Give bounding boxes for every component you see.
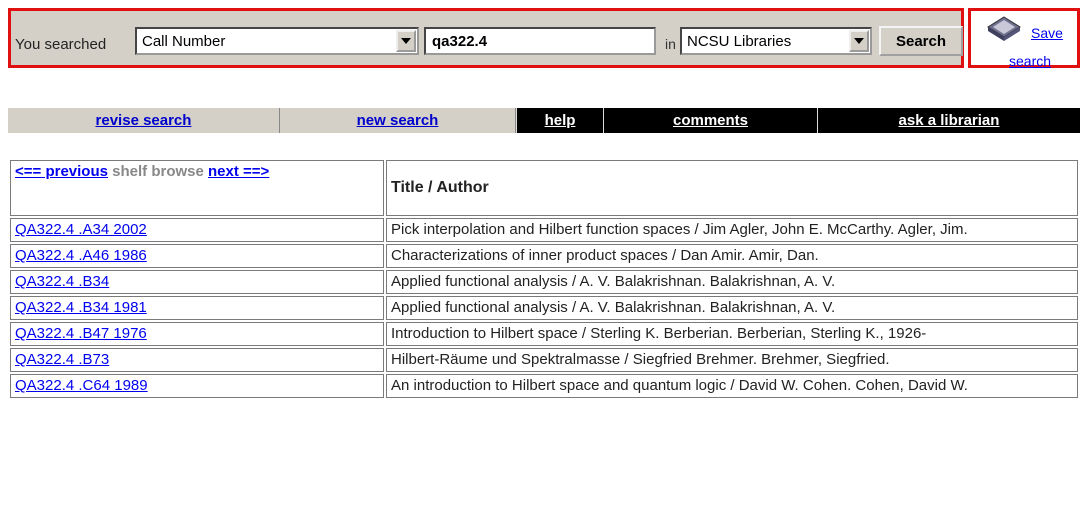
- call-number-link[interactable]: QA322.4 .B34 1981: [15, 299, 147, 316]
- library-select[interactable]: NCSU Libraries: [680, 27, 872, 55]
- nav-bar: revise search new search help comments a…: [8, 108, 1080, 133]
- search-term-input[interactable]: [424, 27, 656, 55]
- title-author-cell: An introduction to Hilbert space and qua…: [386, 374, 1078, 398]
- save-search-box: Save search: [968, 8, 1080, 69]
- new-search-link[interactable]: new search: [280, 108, 516, 133]
- title-author-cell: Applied functional analysis / A. V. Bala…: [386, 296, 1078, 320]
- results-table: <== previous shelf browse next ==> Title…: [8, 158, 1080, 400]
- shelf-browse-label: shelf browse: [112, 163, 204, 180]
- call-number-link[interactable]: QA322.4 .A34 2002: [15, 221, 147, 238]
- help-link[interactable]: help: [516, 108, 603, 133]
- table-row: QA322.4 .B47 1976 Introduction to Hilber…: [10, 322, 1078, 346]
- title-author-cell: Applied functional analysis / A. V. Bala…: [386, 270, 1078, 294]
- call-number-link[interactable]: QA322.4 .B34: [15, 273, 109, 290]
- title-author-header: Title / Author: [386, 160, 1078, 216]
- call-number-link[interactable]: QA322.4 .C64 1989: [15, 377, 148, 394]
- save-link-search[interactable]: search: [1009, 53, 1051, 69]
- save-link[interactable]: Save: [1031, 25, 1063, 41]
- table-row: QA322.4 .A46 1986 Characterizations of i…: [10, 244, 1078, 268]
- table-row: QA322.4 .B34 1981 Applied functional ana…: [10, 296, 1078, 320]
- table-header-row: <== previous shelf browse next ==> Title…: [10, 160, 1078, 216]
- table-row: QA322.4 .C64 1989 An introduction to Hil…: [10, 374, 1078, 398]
- call-number-cell: QA322.4 .B73: [10, 348, 384, 372]
- table-row: QA322.4 .A34 2002 Pick interpolation and…: [10, 218, 1078, 242]
- revise-search-link[interactable]: revise search: [8, 108, 280, 133]
- in-label: in: [665, 36, 676, 52]
- call-number-cell: QA322.4 .C64 1989: [10, 374, 384, 398]
- search-bar: You searched Call Number in NCSU Librari…: [8, 8, 964, 68]
- table-row: QA322.4 .B34 Applied functional analysis…: [10, 270, 1078, 294]
- call-number-cell: QA322.4 .A34 2002: [10, 218, 384, 242]
- comments-link[interactable]: comments: [603, 108, 817, 133]
- title-author-cell: Characterizations of inner product space…: [386, 244, 1078, 268]
- library-value: NCSU Libraries: [687, 33, 792, 50]
- chevron-down-icon[interactable]: [849, 30, 869, 52]
- title-author-cell: Pick interpolation and Hilbert function …: [386, 218, 1078, 242]
- call-number-cell: QA322.4 .B34 1981: [10, 296, 384, 320]
- next-link[interactable]: next ==>: [208, 163, 269, 180]
- search-field-value: Call Number: [142, 33, 226, 50]
- call-number-cell: QA322.4 .A46 1986: [10, 244, 384, 268]
- chevron-down-icon[interactable]: [396, 30, 416, 52]
- shelf-browse-cell: <== previous shelf browse next ==>: [10, 160, 384, 216]
- call-number-cell: QA322.4 .B34: [10, 270, 384, 294]
- title-author-cell: Introduction to Hilbert space / Sterling…: [386, 322, 1078, 346]
- table-row: QA322.4 .B73 Hilbert-Räume und Spektralm…: [10, 348, 1078, 372]
- ask-a-librarian-link[interactable]: ask a librarian: [817, 108, 1080, 133]
- title-author-cell: Hilbert-Räume und Spektralmasse / Siegfr…: [386, 348, 1078, 372]
- previous-link[interactable]: <== previous: [15, 163, 108, 180]
- search-button[interactable]: Search: [879, 26, 963, 56]
- search-field-select[interactable]: Call Number: [135, 27, 419, 55]
- call-number-cell: QA322.4 .B47 1976: [10, 322, 384, 346]
- call-number-link[interactable]: QA322.4 .A46 1986: [15, 247, 147, 264]
- search-label: You searched: [15, 36, 107, 53]
- diskette-icon[interactable]: [987, 16, 1021, 47]
- call-number-link[interactable]: QA322.4 .B73: [15, 351, 109, 368]
- call-number-link[interactable]: QA322.4 .B47 1976: [15, 325, 147, 342]
